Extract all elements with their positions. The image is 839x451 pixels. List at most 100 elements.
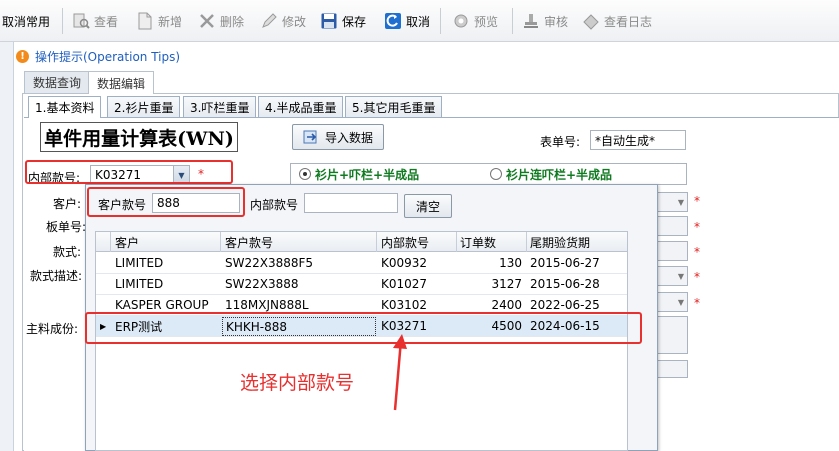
- cell-internal-no: K00932: [381, 256, 428, 270]
- order-no-field[interactable]: *自动生成*: [590, 130, 686, 150]
- tab-data-query-label: 数据查询: [33, 76, 82, 90]
- unfavorite-button[interactable]: 取消常用: [2, 8, 50, 34]
- new-label: 新增: [158, 14, 183, 29]
- annotation-arrow: [393, 334, 407, 411]
- style-label: 款式:: [53, 245, 82, 259]
- preview-label: 预览: [474, 14, 499, 29]
- radio-option-1[interactable]: 衫片+吓栏+半成品: [299, 166, 419, 183]
- save-label: 保存: [342, 14, 367, 29]
- col-customer-no[interactable]: 客户款号: [225, 232, 375, 252]
- required-mark: *: [694, 270, 700, 284]
- tab-data-query[interactable]: 数据查询: [24, 71, 91, 93]
- edit-button[interactable]: 修改: [260, 8, 306, 34]
- grid-divider: [220, 232, 221, 252]
- required-mark: *: [694, 245, 700, 259]
- grid-divider: [110, 232, 111, 252]
- customer-label: 客户:: [53, 197, 82, 211]
- popup-clear-label: 清空: [415, 199, 440, 214]
- radio-unselected-icon: [490, 168, 502, 180]
- tab-panel-weight-label: 2.衫片重量: [114, 100, 174, 115]
- col-final-inspection-date[interactable]: 尾期验货期: [530, 232, 625, 252]
- edit-icon: [262, 13, 277, 28]
- tab-basic-info[interactable]: 1.基本资料: [28, 96, 102, 118]
- import-data-label: 导入数据: [324, 130, 373, 145]
- board-no-label: 板单号:: [46, 220, 87, 234]
- import-icon: [303, 130, 317, 144]
- form-title-text: 单件用量计算表(WN): [44, 127, 234, 150]
- cell-customer-no: SW22X3888: [225, 277, 299, 291]
- cell-order-qty: 130: [499, 256, 522, 270]
- new-button[interactable]: 新增: [136, 8, 182, 34]
- cell-final-inspection-date: 2015-06-27: [530, 256, 600, 270]
- table-row[interactable]: LIMITED SW22X3888F5 K00932 130 2015-06-2…: [96, 253, 627, 274]
- required-mark: *: [694, 194, 700, 208]
- tab-semi-product-weight[interactable]: 4.半成品重量: [258, 96, 344, 117]
- tab-panel-weight[interactable]: 2.衫片重量: [107, 96, 181, 117]
- mode-radio-group: 衫片+吓栏+半成品 衫片连吓栏+半成品: [290, 163, 687, 185]
- highlight-internal-no: [25, 160, 233, 184]
- cell-customer: LIMITED: [115, 277, 164, 291]
- delete-icon: [200, 14, 214, 28]
- popup-internal-no-label: 内部款号: [250, 198, 299, 212]
- grid-header: 客户 客户款号 内部款号 订单数 尾期验货期: [96, 232, 627, 252]
- cancel-label: 取消: [406, 14, 431, 29]
- operation-tips-label: 操作提示(Operation Tips): [35, 49, 181, 64]
- tab-semi-product-weight-label: 4.半成品重量: [265, 100, 337, 115]
- toolbar-separator: [512, 8, 513, 34]
- tab-data-edit[interactable]: 数据编辑: [88, 71, 155, 94]
- cell-customer: LIMITED: [115, 256, 164, 270]
- save-button[interactable]: 保存: [320, 8, 366, 34]
- view-log-button[interactable]: 查看日志: [582, 8, 652, 34]
- tab-basic-info-label: 1.基本资料: [35, 101, 95, 115]
- highlight-customer-no: [87, 187, 245, 217]
- import-data-button[interactable]: 导入数据: [292, 124, 384, 150]
- col-internal-no[interactable]: 内部款号: [381, 232, 456, 252]
- view-label: 查看: [94, 14, 119, 29]
- delete-button[interactable]: 删除: [198, 8, 244, 34]
- left-sidebar-strip: [0, 42, 14, 451]
- new-icon: [138, 12, 152, 30]
- radio-option-2[interactable]: 衫片连吓栏+半成品: [490, 166, 612, 183]
- preview-button[interactable]: 预览: [452, 8, 498, 34]
- view-button[interactable]: 查看: [72, 8, 118, 34]
- main-material-label: 主料成份:: [26, 322, 79, 336]
- unfavorite-label: 取消常用: [2, 14, 51, 29]
- col-order-qty[interactable]: 订单数: [460, 232, 525, 252]
- tab-trim-weight[interactable]: 3.吓栏重量: [183, 96, 257, 117]
- preview-icon: [454, 14, 468, 28]
- audit-label: 审核: [544, 14, 569, 29]
- tab-other-yarn-weight[interactable]: 5.其它用毛重量: [345, 96, 443, 117]
- cancel-button[interactable]: 取消: [384, 8, 430, 34]
- radio-option-2-label: 衫片连吓栏+半成品: [506, 167, 613, 182]
- chevron-down-icon: ▼: [677, 197, 684, 207]
- radio-option-1-label: 衫片+吓栏+半成品: [315, 167, 420, 182]
- popup-internal-no-input[interactable]: [304, 193, 398, 213]
- table-row[interactable]: LIMITED SW22X3888 K01027 3127 2015-06-28: [96, 274, 627, 295]
- tab-data-edit-label: 数据编辑: [97, 76, 146, 91]
- grid-divider: [376, 232, 377, 252]
- toolbar: 取消常用 查看 新增 删除 修改 保存 取消 预览 审核 查看日志: [0, 0, 839, 42]
- order-no-label: 表单号:: [540, 135, 581, 149]
- popup-clear-button[interactable]: 清空: [404, 194, 452, 218]
- col-customer[interactable]: 客户: [115, 232, 215, 252]
- delete-label: 删除: [220, 14, 245, 29]
- radio-selected-icon: [299, 168, 311, 180]
- required-mark: *: [694, 296, 700, 310]
- edit-label: 修改: [282, 14, 307, 29]
- tab-trim-weight-label: 3.吓栏重量: [190, 100, 250, 115]
- toolbar-separator: [440, 8, 441, 34]
- grid-divider: [526, 232, 527, 252]
- cell-order-qty: 3127: [491, 277, 522, 291]
- cell-final-inspection-date: 2015-06-28: [530, 277, 600, 291]
- order-no-value: *自动生成*: [595, 133, 656, 148]
- tab-other-yarn-weight-label: 5.其它用毛重量: [352, 100, 436, 115]
- log-icon: [583, 14, 599, 30]
- warning-icon: !: [16, 49, 29, 63]
- toolbar-separator: [62, 8, 63, 34]
- operation-tips[interactable]: ! 操作提示(Operation Tips): [16, 44, 839, 68]
- required-mark: *: [694, 220, 700, 234]
- cell-customer-no: SW22X3888F5: [225, 256, 314, 270]
- audit-button[interactable]: 审核: [522, 8, 568, 34]
- chevron-down-icon: ▼: [677, 297, 684, 307]
- save-icon: [321, 13, 337, 29]
